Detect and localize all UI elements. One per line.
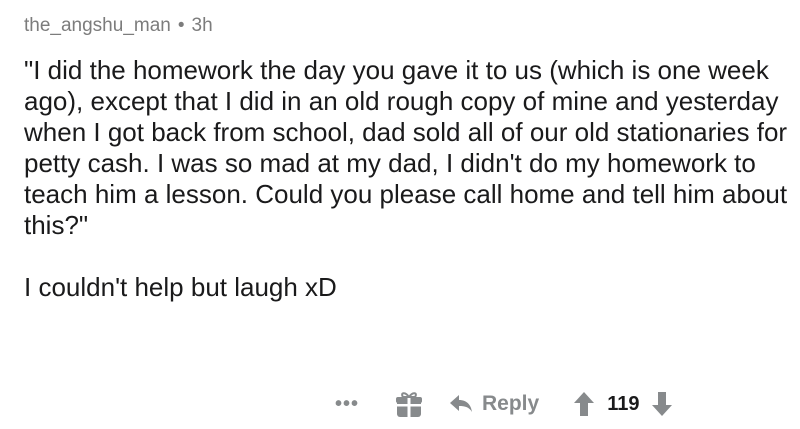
reply-arrow-icon: [450, 395, 472, 412]
vote-controls: 119: [573, 391, 673, 417]
comment-timestamp[interactable]: 3h: [192, 15, 213, 36]
comment-actions: ••• Reply 119: [332, 384, 673, 424]
meta-separator: •: [177, 15, 185, 36]
reply-button[interactable]: Reply: [448, 392, 539, 416]
comment-body: "I did the homework the day you gave it …: [24, 55, 789, 303]
upvote-arrow-icon[interactable]: [573, 391, 595, 417]
gift-award-icon: [396, 392, 422, 417]
more-options-icon: •••: [334, 392, 359, 415]
downvote-arrow-icon[interactable]: [651, 391, 673, 417]
comment-meta: the_angshu_man • 3h: [24, 14, 213, 38]
comment-paragraph-quote: "I did the homework the day you gave it …: [24, 55, 788, 240]
reply-label: Reply: [482, 392, 540, 415]
comment-paragraph-reaction: I couldn't help but laugh xD: [24, 272, 337, 302]
give-award-button[interactable]: [392, 387, 426, 421]
vote-score: 119: [607, 392, 640, 415]
comment: the_angshu_man • 3h "I did the homework th…: [24, 0, 794, 429]
more-options-button[interactable]: •••: [332, 389, 362, 419]
author-username[interactable]: the_angshu_man: [24, 15, 171, 36]
